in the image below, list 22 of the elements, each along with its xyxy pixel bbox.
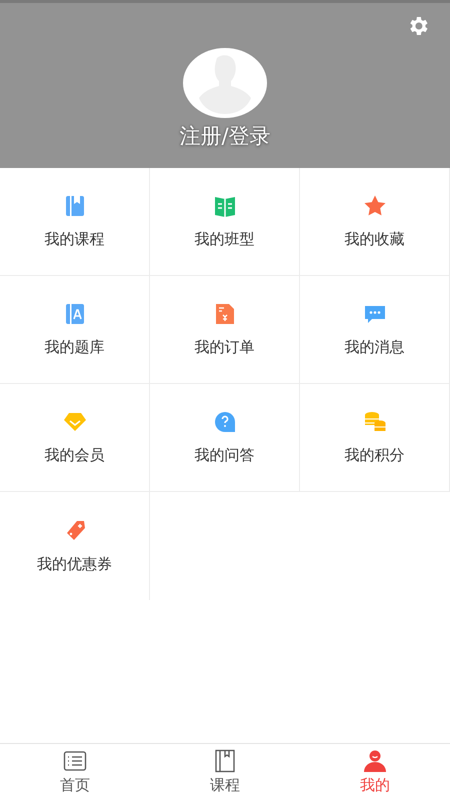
- menu-item[interactable]: 我的班型: [150, 168, 300, 276]
- user-icon: [363, 749, 387, 773]
- star-icon: [362, 194, 386, 218]
- tab[interactable]: 首页: [0, 744, 150, 800]
- menu-item[interactable]: 我的订单: [150, 276, 300, 384]
- menu-item[interactable]: 我的积分: [300, 384, 450, 492]
- menu-item[interactable]: 我的问答: [150, 384, 300, 492]
- tab[interactable]: 我的: [300, 744, 450, 800]
- book-icon: [213, 749, 237, 773]
- menu-item[interactable]: 我的消息: [300, 276, 450, 384]
- menu-item[interactable]: 我的收藏: [300, 168, 450, 276]
- question-bubble-icon: [212, 410, 236, 434]
- menu-item[interactable]: 我的题库: [0, 276, 150, 384]
- open-book-icon: [212, 194, 236, 218]
- coins-icon: [362, 410, 386, 434]
- menu-item[interactable]: 我的优惠券: [0, 492, 150, 600]
- menu-item[interactable]: 我的课程: [0, 168, 150, 276]
- tab[interactable]: 课程: [150, 744, 300, 800]
- avatar[interactable]: [183, 48, 267, 118]
- menu-item[interactable]: 我的会员: [0, 384, 150, 492]
- gem-icon: [62, 410, 86, 434]
- list-icon: [63, 749, 87, 773]
